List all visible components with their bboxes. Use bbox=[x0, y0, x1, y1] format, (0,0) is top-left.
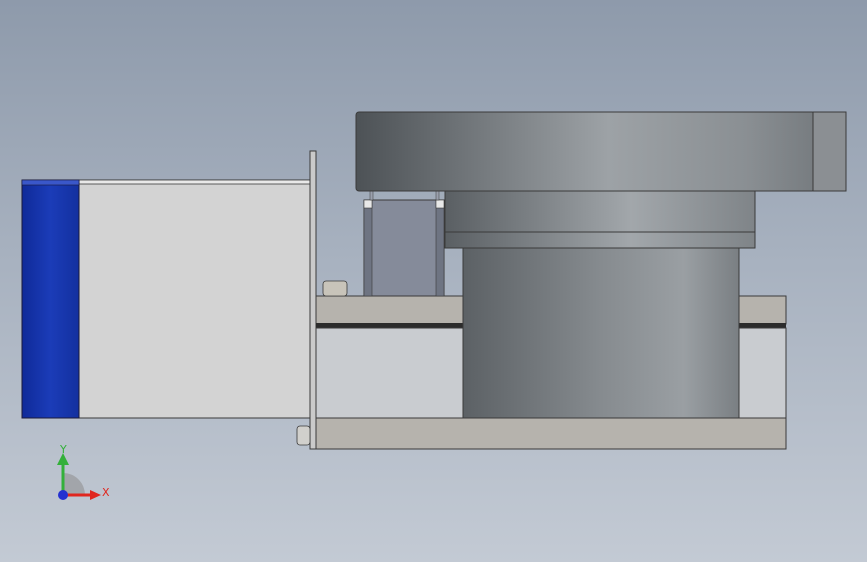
cylinder-step-ring[interactable] bbox=[444, 190, 756, 233]
bolt-head-top[interactable] bbox=[322, 280, 348, 297]
gearbox-side-left bbox=[363, 199, 373, 297]
cylinder-step-lip[interactable] bbox=[444, 231, 756, 249]
axis-triad-icon bbox=[57, 453, 101, 500]
motor-flange[interactable] bbox=[309, 150, 317, 450]
view-triad: Y X bbox=[40, 440, 130, 520]
bolt-head-bottom[interactable] bbox=[296, 425, 311, 446]
axis-y-label: Y bbox=[60, 443, 67, 456]
gearbox-cap-left bbox=[363, 199, 373, 209]
axis-x-label: X bbox=[102, 486, 110, 499]
motor[interactable] bbox=[21, 179, 311, 419]
turntable-end-block[interactable] bbox=[812, 111, 847, 192]
model-view[interactable] bbox=[0, 0, 867, 562]
motor-end-cap-rim bbox=[21, 179, 80, 186]
motor-end-cap[interactable] bbox=[21, 179, 80, 419]
gearbox-post-left bbox=[369, 190, 374, 201]
graphics-viewport[interactable]: Y X bbox=[0, 0, 867, 562]
motor-body-top-edge bbox=[77, 179, 311, 185]
gearbox-block[interactable] bbox=[363, 199, 445, 297]
rotary-cylinder-body[interactable] bbox=[462, 246, 740, 419]
gearbox-side-right bbox=[435, 199, 445, 297]
gearbox-cap-right bbox=[435, 199, 445, 209]
turntable-top[interactable] bbox=[355, 111, 816, 192]
base-plate[interactable] bbox=[315, 417, 787, 450]
gearbox[interactable] bbox=[363, 190, 445, 297]
motor-body[interactable] bbox=[77, 179, 311, 419]
gearbox-post-right bbox=[435, 190, 440, 201]
